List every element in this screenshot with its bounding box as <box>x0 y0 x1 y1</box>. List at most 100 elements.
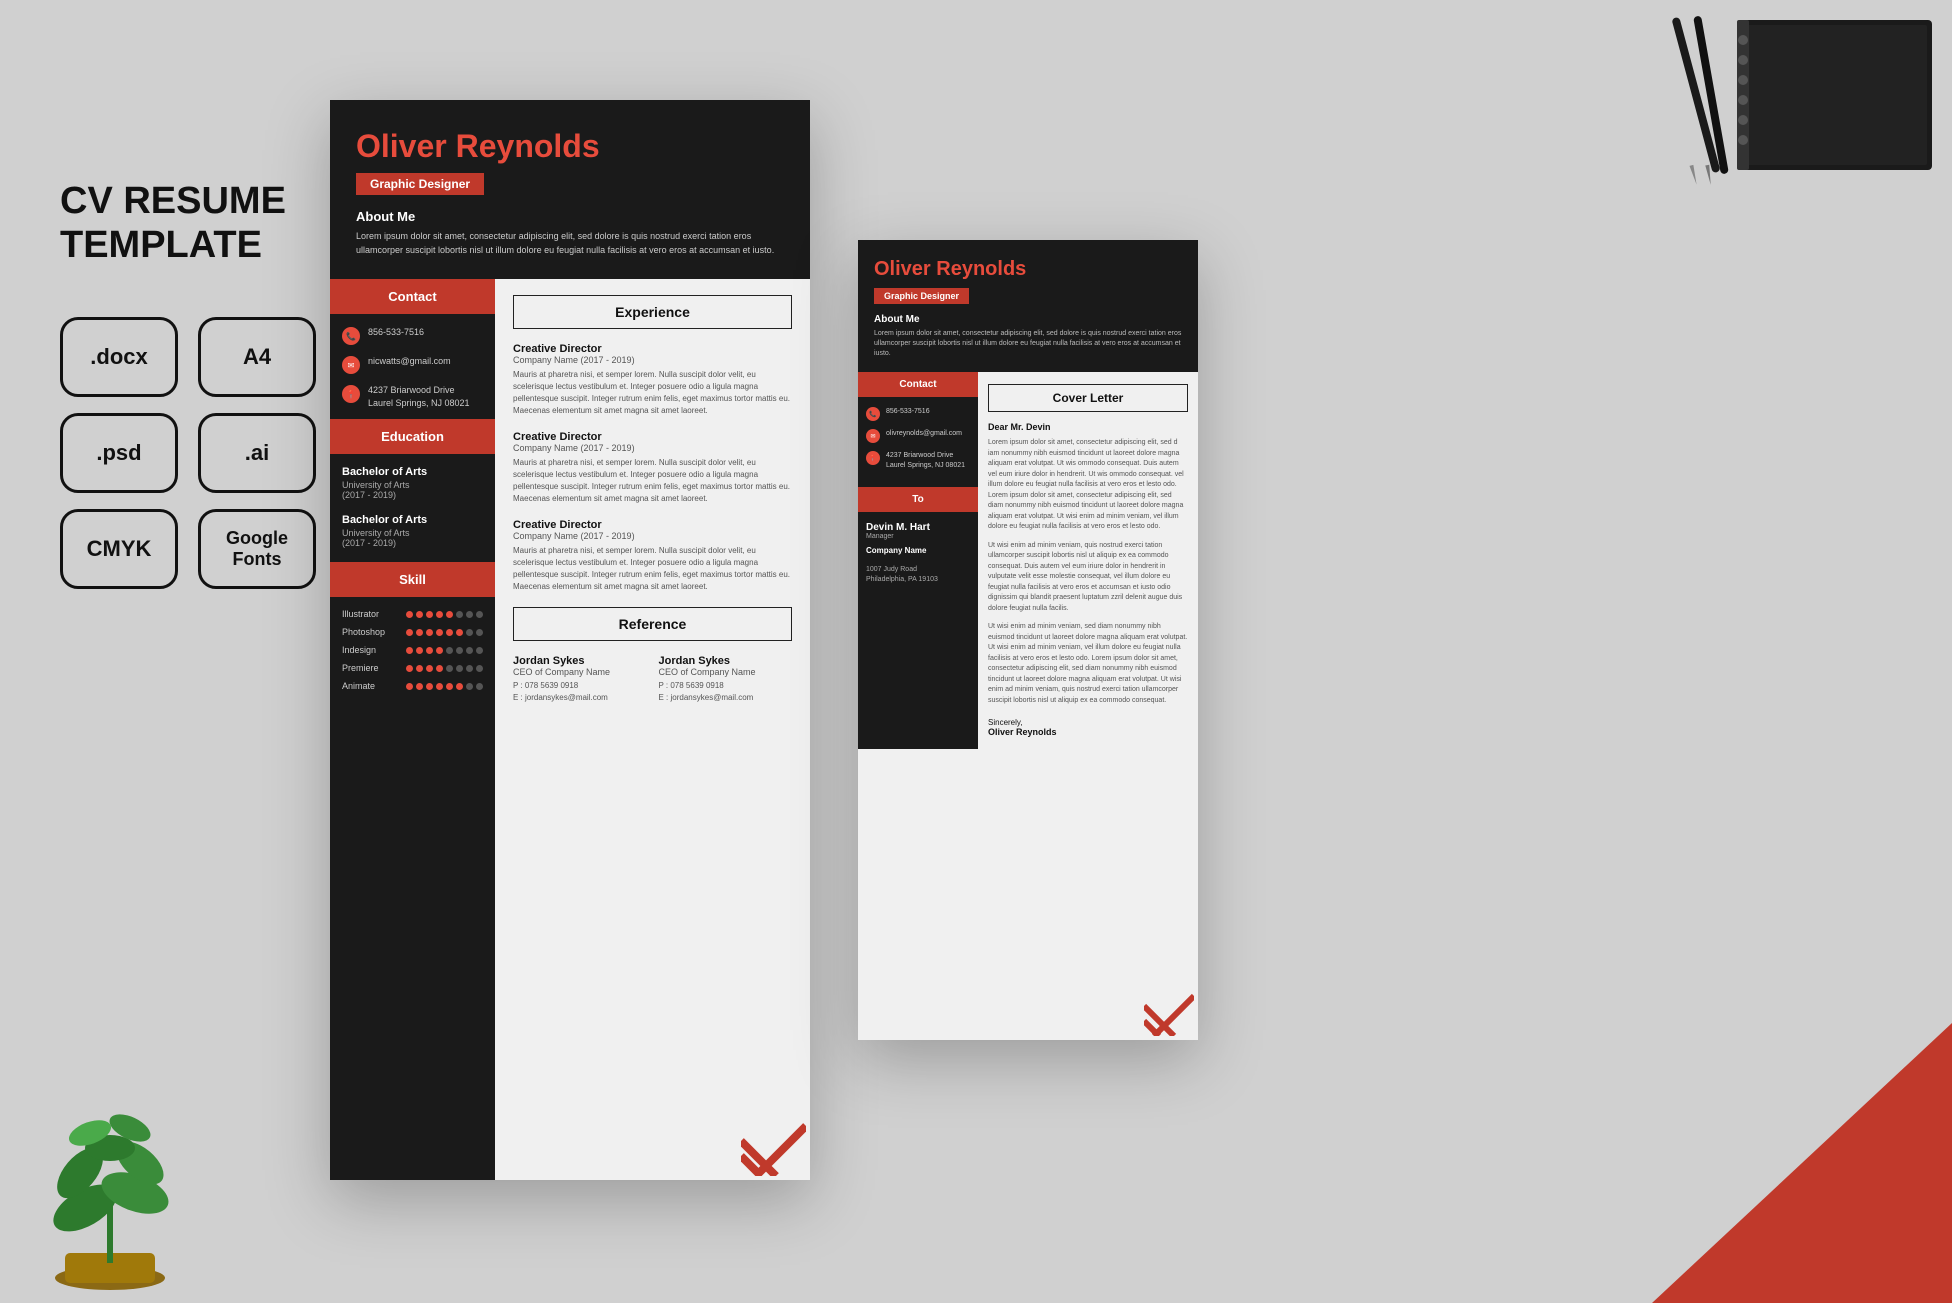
cover-phone-icon: 📞 <box>866 407 880 421</box>
cover-body: Contact 📞 856-533-7516 ✉ olivreynolds@gm… <box>858 372 1198 749</box>
name-first: Oliver <box>356 128 447 164</box>
ref-contact-1: P : 078 5639 0918 E : jordansykes@mail.c… <box>513 680 647 704</box>
format-badge-a4: A4 <box>198 317 316 397</box>
email-icon: ✉ <box>342 356 360 374</box>
skill-name: Photoshop <box>342 627 397 637</box>
edu-school-2: University of Arts <box>342 528 483 538</box>
cover-body-text-2: Ut wisi enim ad minim veniam, quis nostr… <box>988 541 1188 615</box>
education-label: Education <box>330 419 495 454</box>
skill-item: Photoshop <box>330 627 495 645</box>
cover-address: 4237 Briarwood Drive Laurel Springs, NJ … <box>886 451 965 471</box>
resume-sidebar: Contact 📞 856-533-7516 ✉ nicwatts@gmail.… <box>330 279 495 1180</box>
exp-title: Creative Director <box>513 343 792 355</box>
skill-name: Indesign <box>342 645 397 655</box>
cover-body-text-1: Lorem ipsum dolor sit amet, consectetur … <box>988 438 1188 533</box>
contact-section: Contact 📞 856-533-7516 ✉ nicwatts@gmail.… <box>330 279 495 419</box>
skill-item: Indesign <box>330 645 495 663</box>
contact-address: 4237 Briarwood Drive Laurel Springs, NJ … <box>368 384 470 409</box>
skill-section: Skill Illustrator Photoshop Indesign Premie… <box>330 562 495 699</box>
cover-about-label: About Me <box>874 314 1182 325</box>
cover-email-item: ✉ olivreynolds@gmail.com <box>858 429 978 451</box>
ref-title-2: CEO of Company Name <box>659 667 793 677</box>
resume-body: Contact 📞 856-533-7516 ✉ nicwatts@gmail.… <box>330 279 810 1180</box>
contact-label: Contact <box>330 279 495 314</box>
exp-item: Creative Director Company Name (2017 - 2… <box>513 343 792 417</box>
resume-header: Oliver Reynolds Graphic Designer About M… <box>330 100 810 279</box>
cover-job-badge: Graphic Designer <box>874 288 969 304</box>
cover-to-info: Devin M. Hart Manager Company Name 1007 … <box>858 522 978 590</box>
cover-phone-item: 📞 856-533-7516 <box>858 407 978 429</box>
cover-email: olivreynolds@gmail.com <box>886 429 962 439</box>
cover-letter-label: Cover Letter <box>988 384 1188 412</box>
exp-company: Company Name (2017 - 2019) <box>513 531 792 541</box>
exp-title: Creative Director <box>513 519 792 531</box>
plant-decoration <box>0 1078 260 1303</box>
exp-item: Creative Director Company Name (2017 - 2… <box>513 431 792 505</box>
cover-phone: 856-533-7516 <box>886 407 930 417</box>
format-badge-google: Google Fonts <box>198 509 316 589</box>
reference-grid: Jordan Sykes CEO of Company Name P : 078… <box>513 655 792 704</box>
cover-email-icon: ✉ <box>866 429 880 443</box>
cover-to-name: Devin M. Hart <box>866 522 970 533</box>
edu-item-1: Bachelor of Arts University of Arts (201… <box>330 466 495 514</box>
ref-name-1: Jordan Sykes <box>513 655 647 667</box>
left-panel: CV RESUME TEMPLATE .docx A4 .psd .ai CMY… <box>60 180 340 589</box>
resume-name: Oliver Reynolds <box>356 128 784 165</box>
cover-body-text-3: Ut wisi enim ad minim veniam, sed diam n… <box>988 622 1188 706</box>
ref-name-2: Jordan Sykes <box>659 655 793 667</box>
edu-item-2: Bachelor of Arts University of Arts (201… <box>330 514 495 562</box>
edu-year-1: (2017 - 2019) <box>342 490 483 500</box>
ref-item-2: Jordan Sykes CEO of Company Name P : 078… <box>659 655 793 704</box>
edu-degree-1: Bachelor of Arts <box>342 466 483 478</box>
location-icon: 📍 <box>342 385 360 403</box>
about-me-label: About Me <box>356 209 784 224</box>
format-grid: .docx A4 .psd .ai CMYK Google Fonts <box>60 317 320 589</box>
exp-desc: Mauris at pharetra nisi, et semper lorem… <box>513 545 792 593</box>
name-last: Reynolds <box>447 128 600 164</box>
exp-item: Creative Director Company Name (2017 - 2… <box>513 519 792 593</box>
page-title: CV RESUME TEMPLATE <box>60 180 340 267</box>
cover-to-label: To <box>858 487 978 512</box>
cover-name-first: Oliver <box>874 258 931 280</box>
cover-name-last: Reynolds <box>931 258 1027 280</box>
format-badge-cmyk: CMYK <box>60 509 178 589</box>
desk-decoration <box>1592 10 1942 230</box>
education-section: Education Bachelor of Arts University of… <box>330 419 495 562</box>
format-badge-docx: .docx <box>60 317 178 397</box>
format-badge-ai: .ai <box>198 413 316 493</box>
cover-to-address: 1007 Judy Road Philadelphia, PA 19103 <box>866 555 970 584</box>
skill-items: Illustrator Photoshop Indesign Premiere Anim… <box>330 609 495 699</box>
skill-label: Skill <box>330 562 495 597</box>
contact-address-item: 📍 4237 Briarwood Drive Laurel Springs, N… <box>330 384 495 419</box>
contact-phone-item: 📞 856-533-7516 <box>330 326 495 355</box>
cover-address-item: 📍 4237 Briarwood Drive Laurel Springs, N… <box>858 451 978 479</box>
edu-year-2: (2017 - 2019) <box>342 538 483 548</box>
format-badge-psd: .psd <box>60 413 178 493</box>
cover-signature: Oliver Reynolds <box>988 727 1188 737</box>
skill-item: Illustrator <box>330 609 495 627</box>
phone-icon: 📞 <box>342 327 360 345</box>
cover-sidebar: Contact 📞 856-533-7516 ✉ olivreynolds@gm… <box>858 372 978 749</box>
contact-phone: 856-533-7516 <box>368 326 424 339</box>
cover-location-icon: 📍 <box>866 451 880 465</box>
contact-email-item: ✉ nicwatts@gmail.com <box>330 355 495 384</box>
ref-contact-2: P : 078 5639 0918 E : jordansykes@mail.c… <box>659 680 793 704</box>
cover-dear: Dear Mr. Devin <box>988 422 1188 432</box>
cover-letter-card: Oliver Reynolds Graphic Designer About M… <box>858 240 1198 1040</box>
cover-name: Oliver Reynolds <box>874 258 1182 281</box>
ref-title-1: CEO of Company Name <box>513 667 647 677</box>
skill-item: Premiere <box>330 663 495 681</box>
cover-to-company: Company Name <box>866 546 970 555</box>
skill-name: Premiere <box>342 663 397 673</box>
skill-name: Animate <box>342 681 397 691</box>
resume-content: Experience Creative Director Company Nam… <box>495 279 810 1180</box>
ref-item-1: Jordan Sykes CEO of Company Name P : 078… <box>513 655 647 704</box>
cover-sincerely: Sincerely, <box>988 718 1188 727</box>
reference-section-header: Reference <box>513 607 792 641</box>
skill-name: Illustrator <box>342 609 397 619</box>
exp-company: Company Name (2017 - 2019) <box>513 443 792 453</box>
cover-to-role: Manager <box>866 533 970 540</box>
cover-content: Cover Letter Dear Mr. Devin Lorem ipsum … <box>978 372 1198 749</box>
cover-header: Oliver Reynolds Graphic Designer About M… <box>858 240 1198 372</box>
resume-card: Oliver Reynolds Graphic Designer About M… <box>330 100 810 1180</box>
